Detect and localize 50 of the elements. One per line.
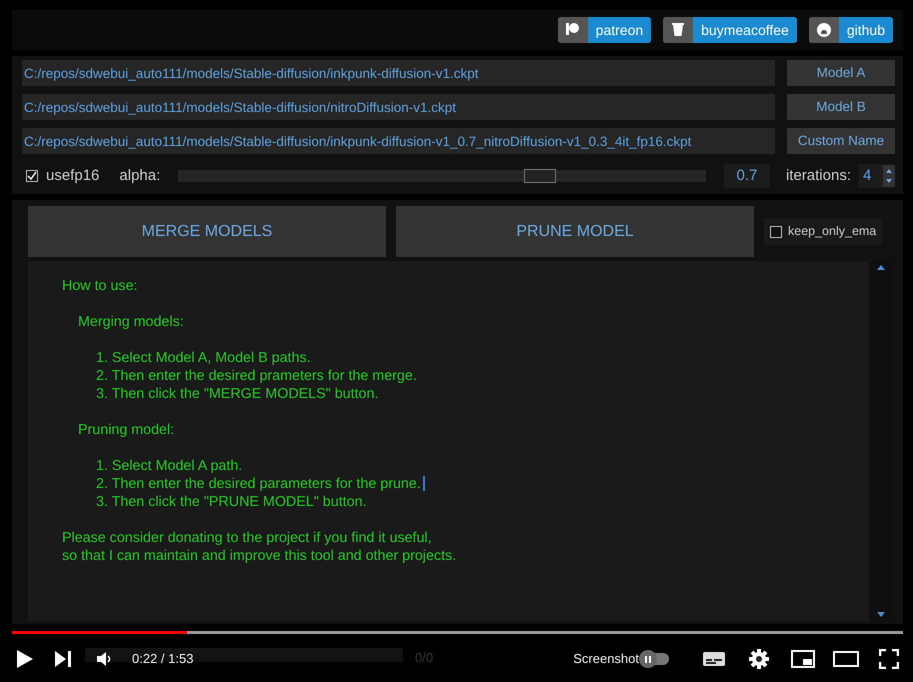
- step-text: 2. Then enter the desired prameters for the merge.: [96, 367, 418, 385]
- step-text: 3. Then click the "MERGE MODELS" button.: [96, 385, 380, 403]
- paragraph-text: How to use:: [62, 277, 138, 295]
- play-icon[interactable]: [16, 649, 34, 669]
- step-text: 3. Then click the "PRUNE MODEL" button.: [96, 493, 368, 511]
- step-text: 1. Select Model A path.: [96, 457, 244, 475]
- scroll-up-icon[interactable]: [877, 265, 885, 270]
- toggle-label: Screenshot: [573, 650, 639, 668]
- miniplayer-icon[interactable]: [791, 650, 815, 668]
- slider-value: 0.7: [724, 164, 770, 188]
- number-field[interactable]: 4: [859, 164, 883, 188]
- merge-button[interactable]: MERGE MODELS: [28, 206, 386, 257]
- iterations-label: iterations:: [786, 166, 851, 186]
- output-text-area[interactable]: [28, 261, 869, 621]
- checkbox[interactable]: [26, 170, 38, 182]
- step-text: 1. Select Model A, Model B paths.: [96, 349, 312, 367]
- subtitles-icon[interactable]: [703, 651, 725, 667]
- video-progress-track[interactable]: [12, 631, 903, 634]
- checkbox-label: keep_only_ema: [788, 223, 876, 240]
- video-time: 0:22 / 1:53: [132, 650, 194, 668]
- link-button[interactable]: buymeacoffee: [663, 17, 797, 43]
- path-field[interactable]: C:/repos/sdwebui_auto111/models/Stable-diffusion/nitroDiffusion-v1.ckpt: [22, 94, 775, 120]
- link-button[interactable]: github: [808, 17, 893, 43]
- cup-icon: [670, 22, 686, 38]
- model-button[interactable]: Model B: [787, 94, 895, 120]
- paragraph-text: so that I can maintain and improve this tool and other projects.: [62, 547, 458, 565]
- checkbox-label: usefp16: [46, 166, 100, 186]
- patreon-icon: [564, 22, 581, 38]
- check-icon: [27, 171, 37, 181]
- link-button[interactable]: patreon: [558, 17, 652, 43]
- volume-icon[interactable]: [96, 651, 112, 667]
- model-button[interactable]: Custom Name: [787, 128, 895, 154]
- text-cursor: [422, 476, 425, 491]
- checkbox[interactable]: [770, 226, 782, 238]
- path-field[interactable]: C:/repos/sdwebui_auto111/models/Stable-diffusion/inkpunk-diffusion-v1.ckpt: [22, 60, 775, 86]
- paragraph-text: Pruning model:: [78, 421, 176, 439]
- paragraph-text: Merging models:: [78, 313, 185, 331]
- step-text: 2. Then enter the desired parameters for the prune.: [96, 476, 421, 492]
- settings-icon[interactable]: [749, 649, 769, 669]
- fullscreen-icon[interactable]: [879, 649, 899, 669]
- model-button[interactable]: Model A: [787, 60, 895, 86]
- slider-thumb[interactable]: [524, 169, 556, 183]
- skip-next-icon[interactable]: [54, 650, 72, 668]
- scroll-down-icon[interactable]: [877, 612, 885, 617]
- paragraph-text: Please consider donating to the project if you find it useful,: [62, 529, 433, 547]
- theater-mode-icon[interactable]: [833, 651, 859, 667]
- prune-button[interactable]: PRUNE MODEL: [396, 206, 754, 257]
- path-field[interactable]: C:/repos/sdwebui_auto111/models/Stable-diffusion/inkpunk-diffusion-v1_0.7_nitroDiffusion-v1_0.3_4it_fp16.ckpt: [22, 128, 775, 154]
- spinner-arrows-icon[interactable]: [883, 165, 895, 187]
- slider-label: alpha:: [119, 166, 160, 186]
